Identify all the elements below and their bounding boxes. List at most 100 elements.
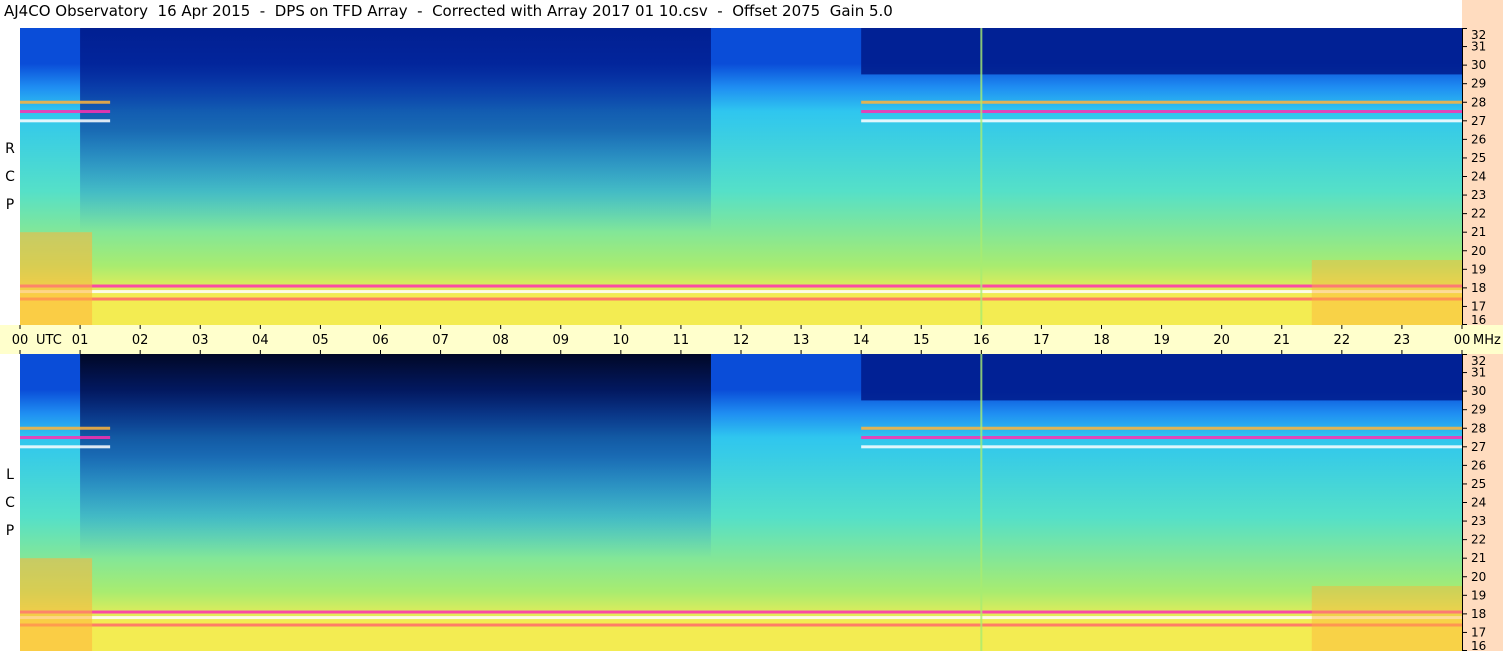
- corner-cap: [1462, 0, 1503, 28]
- time-unit-label: UTC: [36, 333, 62, 348]
- panel-label-letter: C: [5, 494, 15, 511]
- day-edge-left: [20, 558, 93, 651]
- freq-tick-label: 16: [1471, 639, 1486, 651]
- time-tick-label: 15: [913, 333, 930, 348]
- time-tick-label: 07: [432, 333, 449, 348]
- interference-band: [20, 284, 1462, 288]
- interference-band: [20, 290, 1462, 294]
- time-tick-label: 12: [733, 333, 750, 348]
- freq-tick-label: 24: [1471, 496, 1486, 510]
- freq-tick-label: 22: [1471, 533, 1486, 547]
- freq-tick-label: 26: [1471, 132, 1486, 146]
- freq-tick-label: 20: [1471, 570, 1486, 584]
- freq-tick-label: 22: [1471, 207, 1486, 221]
- time-tick-label: 18: [1093, 333, 1110, 348]
- day-edge-left: [20, 232, 93, 325]
- night-darkening: [80, 354, 711, 559]
- interference-band: [20, 297, 1462, 301]
- interference-band: [861, 119, 1462, 123]
- frequency-axis-rcp: 16 17 18 19 20 21 22 23 24 25 26 27 28 29 30 31 32: [1462, 28, 1503, 327]
- upper-band-dark: [861, 354, 1462, 401]
- interference-band: [20, 119, 111, 123]
- page-title: AJ4CO Observatory 16 Apr 2015 - DPS on T…: [4, 2, 893, 20]
- freq-tick-label: 18: [1471, 607, 1486, 621]
- interference-line: [980, 354, 983, 651]
- freq-tick-label: 30: [1471, 384, 1486, 398]
- interference-band: [20, 616, 1462, 620]
- freq-tick-label: 23: [1471, 188, 1486, 202]
- freq-tick-label: 25: [1471, 477, 1486, 491]
- freq-tick-label: 27: [1471, 440, 1486, 454]
- panel-label-lcp: LCP: [0, 354, 20, 651]
- time-tick-label: 08: [492, 333, 509, 348]
- night-darkening: [80, 28, 711, 233]
- heatmap-svg: [20, 28, 1462, 325]
- time-tick-label: 17: [1033, 333, 1050, 348]
- interference-band: [861, 100, 1462, 104]
- freq-tick-label: 28: [1471, 421, 1486, 435]
- freq-tick-label: 30: [1471, 58, 1486, 72]
- freq-tick-label: 17: [1471, 299, 1486, 313]
- upper-band-dark: [861, 28, 1462, 75]
- time-tick-label: 01: [72, 333, 89, 348]
- time-tick-label: 02: [132, 333, 149, 348]
- day-edge-right: [1311, 586, 1462, 651]
- freq-tick-label: 32: [1471, 354, 1486, 368]
- time-tick-label: 00: [1454, 333, 1471, 348]
- time-tick-label: 11: [673, 333, 690, 348]
- time-tick-label: 14: [853, 333, 870, 348]
- freq-unit-label: MHz: [1473, 333, 1501, 348]
- freq-tick-label: 24: [1471, 170, 1486, 184]
- freq-tick-label: 29: [1471, 403, 1486, 417]
- panel-label-letter: P: [5, 522, 15, 539]
- time-axis-svg: 00 01 02 03 04 05 06 07 08 09 10 11 12 13 14 15 16 17 18 19…: [12, 325, 1501, 354]
- time-tick-label: 20: [1213, 333, 1230, 348]
- panel-label-letter: L: [6, 466, 14, 483]
- time-tick-label: 16: [973, 333, 990, 348]
- panel-label-letter: P: [5, 196, 15, 213]
- spectrogram-lcp: [20, 354, 1462, 651]
- time-tick-label: 00: [12, 333, 29, 348]
- time-tick-label: 04: [252, 333, 269, 348]
- freq-tick-label: 29: [1471, 77, 1486, 91]
- freq-tick-label: 23: [1471, 514, 1486, 528]
- time-tick-label: 13: [793, 333, 810, 348]
- interference-band: [20, 445, 111, 449]
- frequency-axis-lcp: 16 17 18 19 20 21 22 23 24 25 26 27 28 29 30 31 32: [1462, 354, 1503, 653]
- utc-time-axis: 00 01 02 03 04 05 06 07 08 09 10 11 12 13 14 15 16 17 18 19…: [0, 325, 1503, 354]
- interference-band: [861, 426, 1462, 430]
- interference-band: [20, 110, 111, 114]
- interference-band: [861, 110, 1462, 114]
- time-tick-label: 19: [1153, 333, 1170, 348]
- freq-tick-label: 17: [1471, 625, 1486, 639]
- interference-band: [20, 610, 1462, 614]
- freq-tick-label: 27: [1471, 114, 1486, 128]
- freq-tick-label: 28: [1471, 95, 1486, 109]
- time-tick-label: 09: [552, 333, 569, 348]
- interference-band: [861, 436, 1462, 440]
- interference-band: [20, 623, 1462, 627]
- panel-label-letter: R: [5, 140, 15, 157]
- panel-label-letter: C: [5, 168, 15, 185]
- freq-axis-svg: 1617181920212223242526272829303132: [1462, 28, 1486, 327]
- panel-label-rcp: RCP: [0, 28, 20, 325]
- day-edge-right: [1311, 260, 1462, 325]
- freq-tick-label: 21: [1471, 551, 1486, 565]
- freq-tick-label: 21: [1471, 225, 1486, 239]
- time-tick-label: 06: [372, 333, 389, 348]
- heatmap-svg: [20, 354, 1462, 651]
- freq-tick-label: 19: [1471, 262, 1486, 276]
- freq-tick-label: 18: [1471, 281, 1486, 295]
- time-tick-label: 21: [1273, 333, 1290, 348]
- interference-band: [20, 436, 111, 440]
- interference-band: [20, 426, 111, 430]
- freq-tick-label: 16: [1471, 313, 1486, 325]
- freq-tick-label: 20: [1471, 244, 1486, 258]
- time-tick-label: 03: [192, 333, 209, 348]
- freq-axis-svg: 1617181920212223242526272829303132: [1462, 354, 1486, 653]
- time-tick-label: 05: [312, 333, 329, 348]
- freq-tick-label: 32: [1471, 28, 1486, 42]
- interference-line: [980, 28, 983, 325]
- time-tick-label: 10: [613, 333, 630, 348]
- time-tick-label: 22: [1334, 333, 1351, 348]
